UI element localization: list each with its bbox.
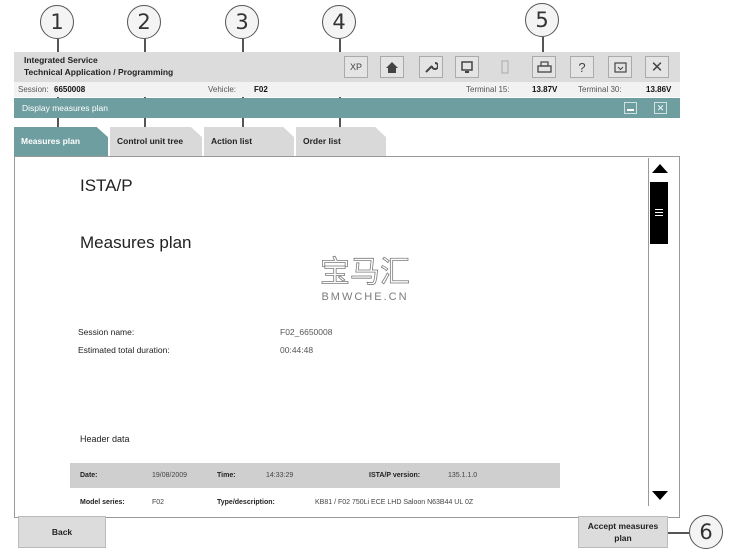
tab-measures-plan-label: Measures plan [21,136,81,146]
session-bar: Session: 6650008 Vehicle: F02 Terminal 1… [14,82,680,97]
home-button[interactable] [380,56,404,78]
app-title-line2: Technical Application / Programming [24,67,174,77]
document-heading: Measures plan [80,233,192,252]
printer-icon [536,60,552,73]
xp-label: XP [349,62,362,72]
watermark-title: 宝马汇 [320,255,411,291]
wrench-icon [425,62,438,73]
minimize-icon [613,61,627,73]
session-label: Session: [18,85,49,94]
print-button[interactable] [532,56,556,78]
terminal30-value: 13.86V [646,85,672,94]
duration-label: Estimated total duration: [78,345,170,355]
ista-version-value: 135.1.1.0 [448,472,478,479]
callout-3: 3 [225,5,259,39]
help-button[interactable]: ? [570,56,594,78]
callout-2: 2 [127,5,161,39]
home-icon [386,61,398,73]
monitor-icon [461,61,473,73]
close-icon: ✕ [650,59,664,76]
type-description-value: KB81 / F02 750Li ECE LHD Saloon N63B44 U… [315,499,474,506]
session-value: 6650008 [54,85,86,94]
callout-3-number: 3 [235,10,249,34]
accept-button-label: Accept measures plan [587,521,659,543]
scroll-thumb[interactable] [650,182,668,244]
window-minimize-button[interactable] [624,102,637,114]
tab-order-list[interactable]: Order list [296,127,386,156]
accept-measures-plan-button[interactable]: Accept measures plan [578,516,668,548]
terminal15-value: 13.87V [532,85,558,94]
scroll-down-icon[interactable] [652,491,668,500]
time-value: 14:33:29 [266,472,294,479]
tab-control-unit-tree[interactable]: Control unit tree [110,127,202,156]
callout-1-number: 1 [50,10,64,34]
window-title: Display measures plan [22,103,108,113]
close-app-button[interactable]: ✕ [645,56,669,78]
callout-6-leader [668,532,689,534]
callout-5-number: 5 [535,8,549,32]
xp-button[interactable]: XP [344,56,368,78]
window-title-bar: Display measures plan ✕ [14,98,680,118]
terminal15-label: Terminal 15: [466,85,510,94]
date-value: 19/08/2009 [152,472,188,479]
watermark: 宝马汇 BMWCHE.CN [300,247,430,303]
workshop-button[interactable] [419,56,443,78]
back-button[interactable]: Back [18,516,106,548]
time-label: Time: [217,472,236,479]
session-name-value: F02_6650008 [280,327,333,337]
ista-version-label: ISTA/P version: [369,472,421,479]
date-label: Date: [80,472,98,479]
callout-4: 4 [322,5,356,39]
tab-measures-plan[interactable]: Measures plan [14,127,108,156]
callout-4-number: 4 [332,10,346,34]
app-title-line1: Integrated Service [24,55,98,65]
disabled-tool-button [493,56,517,78]
scrollbar[interactable] [648,158,669,506]
watermark-subtitle: BMWCHE.CN [321,291,409,303]
model-series-value: F02 [152,499,165,506]
vehicle-data-button[interactable] [455,56,479,78]
header-data-title: Header data [80,434,130,444]
document-app-name: ISTA/P [80,176,133,195]
header-data-band [70,463,560,488]
callout-5: 5 [525,3,559,37]
duration-value: 00:44:48 [280,345,314,355]
callout-6-number: 6 [699,520,713,544]
app-header: Integrated Service Technical Application… [14,52,680,82]
tab-control-unit-tree-label: Control unit tree [117,136,184,146]
help-icon: ? [578,59,586,75]
phone-icon [501,60,509,74]
callout-2-number: 2 [137,10,151,34]
callout-6: 6 [689,515,723,549]
minimize-window-icon [627,109,634,111]
tab-action-list-label: Action list [211,136,253,146]
type-description-label: Type/description: [217,499,275,506]
session-name-label: Session name: [78,327,135,337]
minimize-button[interactable] [608,56,632,78]
tab-action-list[interactable]: Action list [204,127,294,156]
window-close-icon: ✕ [656,102,665,113]
window-close-button[interactable]: ✕ [654,102,667,114]
tab-order-list-label: Order list [303,136,341,146]
callout-1: 1 [40,5,74,39]
terminal30-label: Terminal 30: [578,85,622,94]
vehicle-value: F02 [254,85,268,94]
model-series-label: Model series: [80,499,125,506]
back-button-label: Back [51,527,73,537]
vehicle-label: Vehicle: [208,85,237,94]
scroll-up-icon[interactable] [652,164,668,173]
